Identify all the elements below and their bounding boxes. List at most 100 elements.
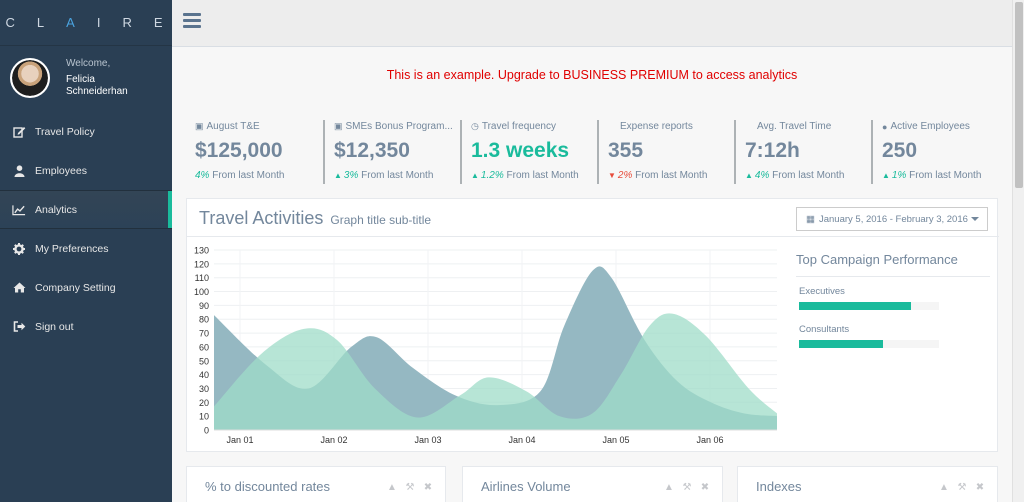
tile-value: 7:12h (745, 139, 800, 162)
panel-title: Indexes (756, 479, 802, 494)
welcome-text: Welcome, (66, 58, 111, 69)
avatar-photo (12, 60, 48, 96)
avatar[interactable] (10, 58, 50, 98)
tile-percent: 1% (891, 170, 907, 181)
sidebar-item-label: My Preferences (35, 242, 109, 255)
y-tick-label: 0 (204, 426, 209, 436)
logo-letter: R (122, 15, 154, 30)
clock-icon: ◷ (471, 121, 479, 131)
x-tick-label: Jan 05 (602, 435, 629, 445)
y-tick-label: 130 (194, 246, 209, 256)
x-tick-label: Jan 01 (226, 435, 253, 445)
graph-subtitle: Graph title sub-title (330, 213, 432, 227)
campaign-label: Executives (799, 286, 845, 297)
indexes-panel: Indexes ▲ ⚒ ✖ (737, 466, 998, 502)
y-tick-label: 10 (199, 412, 209, 422)
x-tick-label: Jan 04 (508, 435, 535, 445)
y-tick-label: 100 (194, 287, 209, 297)
campaign-progress-track (799, 340, 939, 348)
graph-header: Travel Activities Graph title sub-title … (187, 199, 999, 237)
tile-foot-text: From last Month (635, 170, 708, 181)
scrollbar-thumb[interactable] (1015, 2, 1023, 188)
line-chart-icon (12, 204, 26, 216)
logo-letter: I (96, 15, 123, 30)
page-scrollbar[interactable] (1012, 0, 1024, 502)
tile-label: Active Employees (890, 121, 970, 132)
x-tick-label: Jan 06 (696, 435, 723, 445)
wrench-icon[interactable]: ⚒ (957, 482, 967, 493)
stat-tile-active-employees: ● Active Employees 250 ▲ 1% From last Mont… (871, 120, 1008, 184)
card-icon: ▣ (334, 121, 343, 131)
caret-down-icon: ▼ (608, 171, 616, 180)
calendar-icon: ▦ (806, 213, 815, 225)
sidebar-item-my-preferences[interactable]: My Preferences (0, 229, 172, 268)
panel-title: Airlines Volume (481, 479, 571, 494)
y-tick-label: 50 (199, 356, 209, 366)
sidebar-item-employees[interactable]: Employees (0, 151, 172, 190)
caret-up-icon: ▲ (334, 171, 342, 180)
stat-tile-travel-frequency: ◷ Travel frequency 1.3 weeks ▲ 1.2% From l… (460, 120, 597, 184)
y-tick-label: 90 (199, 301, 209, 311)
logo[interactable]: C L A I R E (0, 0, 172, 46)
y-tick-label: 120 (194, 259, 209, 269)
y-tick-label: 30 (199, 384, 209, 394)
x-tick-label: Jan 03 (414, 435, 441, 445)
sidebar-item-label: Sign out (35, 320, 74, 333)
tile-value: 1.3 weeks (471, 139, 570, 162)
sign-out-icon (12, 321, 26, 332)
sidebar-item-company-setting[interactable]: Company Setting (0, 268, 172, 307)
logo-letter: L (36, 15, 67, 30)
sidebar-item-label: Travel Policy (35, 125, 95, 138)
sidebar-item-label: Analytics (35, 203, 78, 216)
campaign-item: Executives (799, 286, 939, 310)
user-icon: ● (882, 121, 888, 132)
tile-label: Expense reports (620, 121, 693, 132)
graph-title-text: Travel Activities (199, 208, 324, 228)
tile-foot-text: From last Month (361, 170, 434, 181)
date-range-picker[interactable]: ▦ January 5, 2016 - February 3, 2016 (796, 207, 988, 231)
graph-title: Travel Activities Graph title sub-title (199, 208, 431, 229)
top-campaign-performance: Top Campaign Performance Executives Cons… (791, 237, 991, 437)
airlines-volume-panel: Airlines Volume ▲ ⚒ ✖ (462, 466, 723, 502)
x-tick-label: Jan 02 (320, 435, 347, 445)
campaign-progress-track (799, 302, 939, 310)
sidebar-item-label: Employees (35, 164, 87, 177)
tile-foot-text: From last Month (772, 170, 845, 181)
tile-value: $125,000 (195, 139, 283, 162)
user-icon (12, 164, 26, 177)
stat-tile-smes-bonus: ▣ SMEs Bonus Program... $12,350 ▲ 3% From … (323, 120, 460, 184)
collapse-icon[interactable]: ▲ (664, 482, 674, 493)
collapse-icon[interactable]: ▲ (387, 482, 397, 493)
sidebar-item-analytics[interactable]: Analytics (0, 190, 172, 229)
tile-percent: 3% (343, 170, 359, 181)
caret-up-icon: ▲ (745, 171, 753, 180)
logo-letter: C (5, 15, 37, 30)
collapse-icon[interactable]: ▲ (939, 482, 949, 493)
edit-icon (12, 126, 26, 138)
logo-letter: A (66, 15, 97, 30)
top-navbar (172, 0, 1012, 47)
sidebar-item-travel-policy[interactable]: Travel Policy (0, 112, 172, 151)
close-icon[interactable]: ✖ (975, 482, 985, 493)
campaign-label: Consultants (799, 324, 850, 335)
campaign-title: Top Campaign Performance (796, 252, 990, 277)
y-tick-label: 60 (199, 342, 209, 352)
tile-value: $12,350 (334, 139, 410, 162)
wrench-icon[interactable]: ⚒ (405, 482, 415, 493)
sidebar-nav: Travel Policy Employees Analytics My Pre… (0, 112, 172, 346)
panel-tools: ▲ ⚒ ✖ (387, 482, 433, 493)
y-tick-label: 40 (199, 370, 209, 380)
close-icon[interactable]: ✖ (700, 482, 710, 493)
sidebar-item-sign-out[interactable]: Sign out (0, 307, 172, 346)
tile-label: Travel frequency (481, 121, 556, 132)
wrench-icon[interactable]: ⚒ (682, 482, 692, 493)
tile-foot-text: From last Month (909, 170, 982, 181)
stats-tiles: ▣ August T&E $125,000 4% From last Month … (186, 120, 1010, 184)
close-icon[interactable]: ✖ (423, 482, 433, 493)
sidebar-item-label: Company Setting (35, 281, 116, 294)
y-tick-label: 70 (199, 329, 209, 339)
tile-percent: 2% (617, 170, 633, 181)
hamburger-icon[interactable] (183, 13, 201, 28)
user-profile: Welcome, Felicia Schneiderhan (0, 46, 172, 106)
caret-up-icon: ▲ (882, 171, 890, 180)
